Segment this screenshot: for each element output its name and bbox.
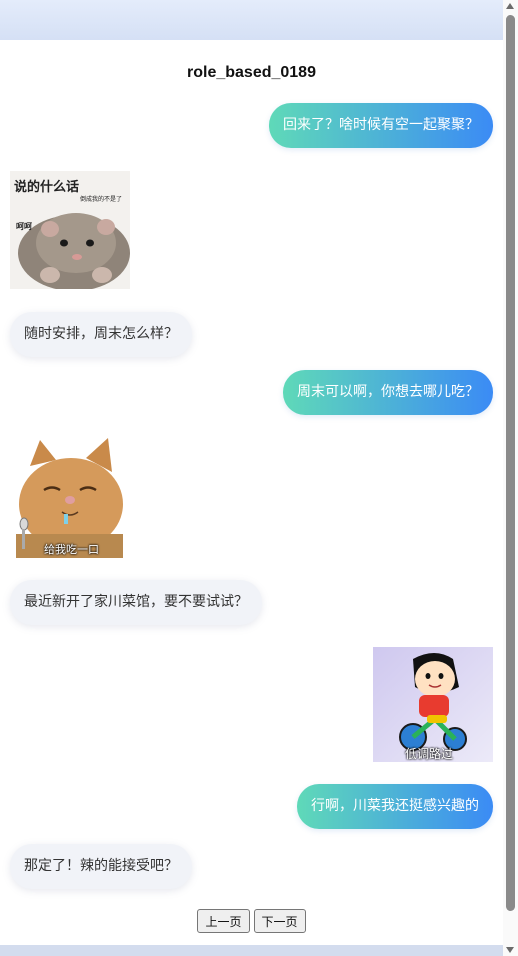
message-bubble-received: 随时安排，周末怎么样？ [10,312,192,357]
message-bubble-sent: 行啊，川菜我还挺感兴趣的 [297,784,493,829]
page-title: role_based_0189 [187,64,316,81]
scroll-down-arrow-icon[interactable] [506,947,514,953]
sticker-hamster: 说的什么话 倒成我的不是了 呵呵 [10,171,130,289]
prev-page-button[interactable]: 上一页 [197,909,250,933]
bottom-band [0,945,503,956]
sticker-caption: 说的什么话 [14,180,80,195]
scroll-up-arrow-icon[interactable] [506,3,514,9]
cat-image [16,438,123,558]
chat-panel: role_based_0189 回来了？啥时候有空一起聚聚？ 说的什么话 倒成我… [0,40,503,945]
pagination: 上一页 下一页 [0,909,503,933]
message-bubble-received: 那定了！辣的能接受吧？ [10,844,192,889]
message-bubble-sent: 回来了？啥时候有空一起聚聚？ [269,103,493,148]
sticker-shinchan: 低调路过 [373,647,493,762]
top-band [0,0,503,40]
sticker-cat: 给我吃一口 [16,438,123,558]
message-bubble-received: 最近新开了家川菜馆，要不要试试？ [10,580,262,625]
next-page-button[interactable]: 下一页 [253,909,306,933]
sticker-caption: 低调路过 [405,747,454,761]
sticker-caption: 给我吃一口 [44,543,99,556]
scrollbar-thumb[interactable] [506,15,515,911]
sticker-subcaption: 倒成我的不是了 [80,196,123,203]
sticker-side-caption: 呵呵 [16,222,32,231]
message-bubble-sent: 周末可以啊，你想去哪儿吃？ [283,370,493,415]
vertical-scrollbar[interactable] [503,0,518,956]
